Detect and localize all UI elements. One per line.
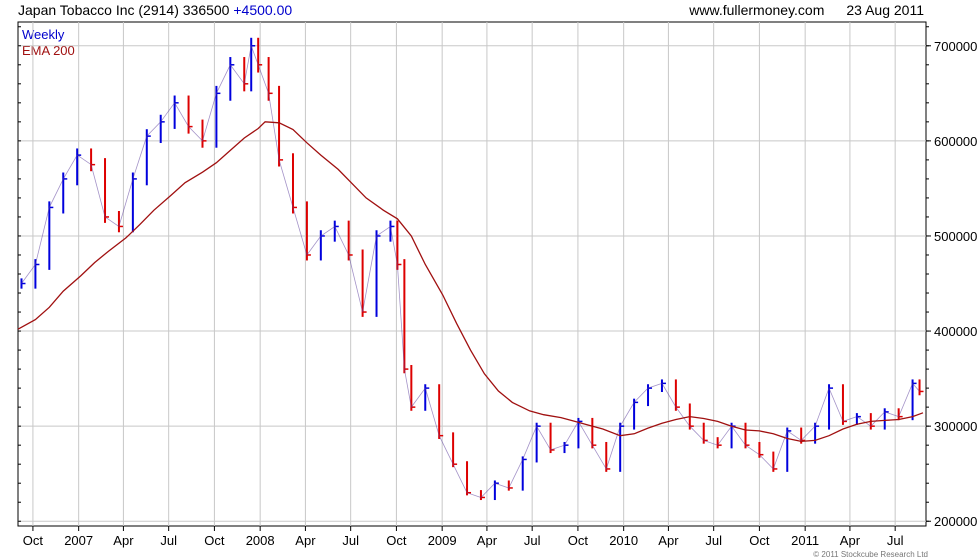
x-tick-label: Oct [749, 533, 770, 548]
x-tick-label: Jul [160, 533, 177, 548]
x-tick-label: Apr [113, 533, 134, 548]
x-tick-label: 2009 [428, 533, 457, 548]
ema-layer [17, 121, 924, 443]
x-tick-label: Jul [524, 533, 541, 548]
price-bars-layer [20, 37, 924, 501]
x-axis: Oct 2007 Apr Jul Oct 2008 Apr Jul Oct 2009 Apr Jul O… [23, 526, 904, 548]
x-tick-label: Oct [386, 533, 407, 548]
y-tick-label: 300000 [934, 419, 977, 434]
x-tick-label: 2011 [791, 533, 819, 548]
x-tick-label: 2007 [64, 533, 93, 548]
x-tick-label: Jul [705, 533, 722, 548]
grid-layer [18, 22, 926, 526]
x-tick-label: Oct [204, 533, 225, 548]
x-tick-label: Apr [477, 533, 498, 548]
plot-frame [17, 21, 927, 527]
x-tick-label: Oct [568, 533, 589, 548]
price-series-line [21, 44, 920, 498]
x-tick-label: Jul [342, 533, 359, 548]
y-axis: 200000 300000 400000 500000 600000 700000 [18, 26, 977, 529]
y-tick-label: 500000 [934, 229, 977, 244]
x-tick-label: 2010 [609, 533, 638, 548]
y-tick-label: 600000 [934, 134, 977, 149]
x-tick-label: Oct [23, 533, 44, 548]
ema-200-line [17, 121, 924, 443]
y-tick-label: 400000 [934, 324, 977, 339]
x-tick-label: Apr [658, 533, 679, 548]
x-tick-label: 2008 [246, 533, 275, 548]
price-chart: 200000 300000 400000 500000 600000 700000 Oct… [17, 21, 977, 548]
copyright-footer: © 2011 Stockcube Research Ltd [813, 550, 928, 559]
y-tick-label: 700000 [934, 39, 977, 54]
x-tick-label: Apr [295, 533, 316, 548]
y-tick-label: 200000 [934, 514, 977, 529]
x-tick-label: Jul [887, 533, 904, 548]
x-tick-label: Apr [840, 533, 861, 548]
